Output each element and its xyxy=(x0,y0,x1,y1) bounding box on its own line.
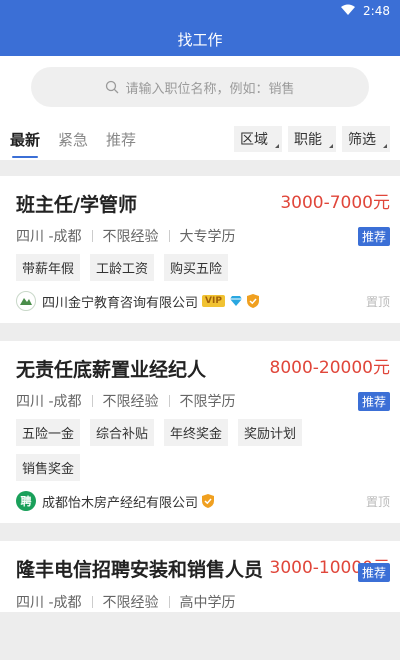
job-salary: 8000-20000元 xyxy=(269,358,390,378)
recommend-badge: 推荐 xyxy=(357,563,390,582)
job-meta: 四川 -成都 不限经验 大专学历 xyxy=(16,226,236,246)
job-education: 大专学历 xyxy=(179,229,236,245)
company-name: 四川金宁教育咨询有限公司 xyxy=(42,295,199,311)
tab-latest[interactable]: 最新 xyxy=(10,118,40,160)
verified-shield-icon xyxy=(246,294,259,308)
pin-top-label: 置顶 xyxy=(365,494,390,509)
company-name: 成都怡木房产经纪有限公司 xyxy=(42,495,199,511)
job-tag: 工龄工资 xyxy=(90,254,155,281)
page-title: 找工作 xyxy=(177,30,223,49)
job-title: 无责任底薪置业经纪人 xyxy=(16,359,207,381)
job-location: 四川 -成都 xyxy=(16,229,82,245)
search-icon xyxy=(105,80,119,94)
vip-icon: VIP xyxy=(202,295,225,307)
company-info: 聘 成都怡木房产经纪有限公司 xyxy=(16,491,215,511)
job-experience: 不限经验 xyxy=(102,595,159,611)
job-tag: 五险一金 xyxy=(16,419,81,446)
job-tag: 带薪年假 xyxy=(16,254,81,281)
tab-urgent[interactable]: 紧急 xyxy=(58,118,88,160)
job-title: 班主任/学管师 xyxy=(16,194,137,216)
filter-function-label: 职能 xyxy=(294,132,322,148)
status-bar: 2:48 xyxy=(0,0,400,22)
search-area: 请输入职位名称，例如：销售 xyxy=(0,56,400,118)
tab-recommended[interactable]: 推荐 xyxy=(106,118,136,160)
job-card[interactable]: 无责任底薪置业经纪人 8000-20000元 四川 -成都 不限经验 不限学历 … xyxy=(0,341,400,523)
job-experience: 不限经验 xyxy=(102,394,159,410)
job-card[interactable]: 隆丰电信招聘安装和销售人员 3000-10000元 推荐 四川 -成都 不限经验… xyxy=(0,541,400,612)
filter-group: 区域 职能 筛选 xyxy=(234,126,390,152)
job-experience: 不限经验 xyxy=(102,229,159,245)
job-tags: 五险一金 综合补贴 年终奖金 奖励计划 销售奖金 xyxy=(16,419,390,481)
search-placeholder: 请输入职位名称，例如：销售 xyxy=(125,81,295,97)
status-time: 2:48 xyxy=(363,4,390,18)
filter-area-label: 区域 xyxy=(240,132,268,148)
vip-label: VIP xyxy=(202,295,225,307)
recommend-badge: 推荐 xyxy=(357,226,390,246)
filter-more[interactable]: 筛选 xyxy=(342,126,390,152)
tab-bar: 最新 紧急 推荐 区域 职能 筛选 xyxy=(0,118,400,160)
diamond-icon xyxy=(229,295,243,307)
recommend-badge: 推荐 xyxy=(357,391,390,411)
verified-shield-icon xyxy=(202,494,215,508)
dropdown-triangle-icon xyxy=(329,144,333,148)
job-title: 隆丰电信招聘安装和销售人员 xyxy=(16,559,264,581)
app-bar: 找工作 xyxy=(0,22,400,56)
filter-area[interactable]: 区域 xyxy=(234,126,282,152)
job-tag: 奖励计划 xyxy=(238,419,303,446)
job-meta: 四川 -成都 不限经验 高中学历 xyxy=(16,592,236,612)
wifi-icon xyxy=(341,4,356,19)
job-tag: 年终奖金 xyxy=(164,419,229,446)
company-logo xyxy=(16,291,36,311)
job-tags: 带薪年假 工龄工资 购买五险 xyxy=(16,254,390,281)
job-tag: 销售奖金 xyxy=(16,454,81,481)
job-tag: 购买五险 xyxy=(164,254,229,281)
job-salary: 3000-7000元 xyxy=(280,193,390,213)
filter-function[interactable]: 职能 xyxy=(288,126,336,152)
job-education: 不限学历 xyxy=(179,394,236,410)
company-logo: 聘 xyxy=(16,491,36,511)
pin-top-label: 置顶 xyxy=(365,294,390,309)
job-education: 高中学历 xyxy=(179,595,236,611)
job-meta: 四川 -成都 不限经验 不限学历 xyxy=(16,391,236,411)
job-location: 四川 -成都 xyxy=(16,394,82,410)
job-location: 四川 -成都 xyxy=(16,595,82,611)
dropdown-triangle-icon xyxy=(275,144,279,148)
search-input[interactable]: 请输入职位名称，例如：销售 xyxy=(31,67,369,107)
dropdown-triangle-icon xyxy=(383,144,387,148)
company-info: 四川金宁教育咨询有限公司 VIP xyxy=(16,291,259,311)
job-tag: 综合补贴 xyxy=(90,419,155,446)
job-card[interactable]: 班主任/学管师 3000-7000元 四川 -成都 不限经验 大专学历 推荐 带… xyxy=(0,176,400,323)
filter-more-label: 筛选 xyxy=(348,132,376,148)
